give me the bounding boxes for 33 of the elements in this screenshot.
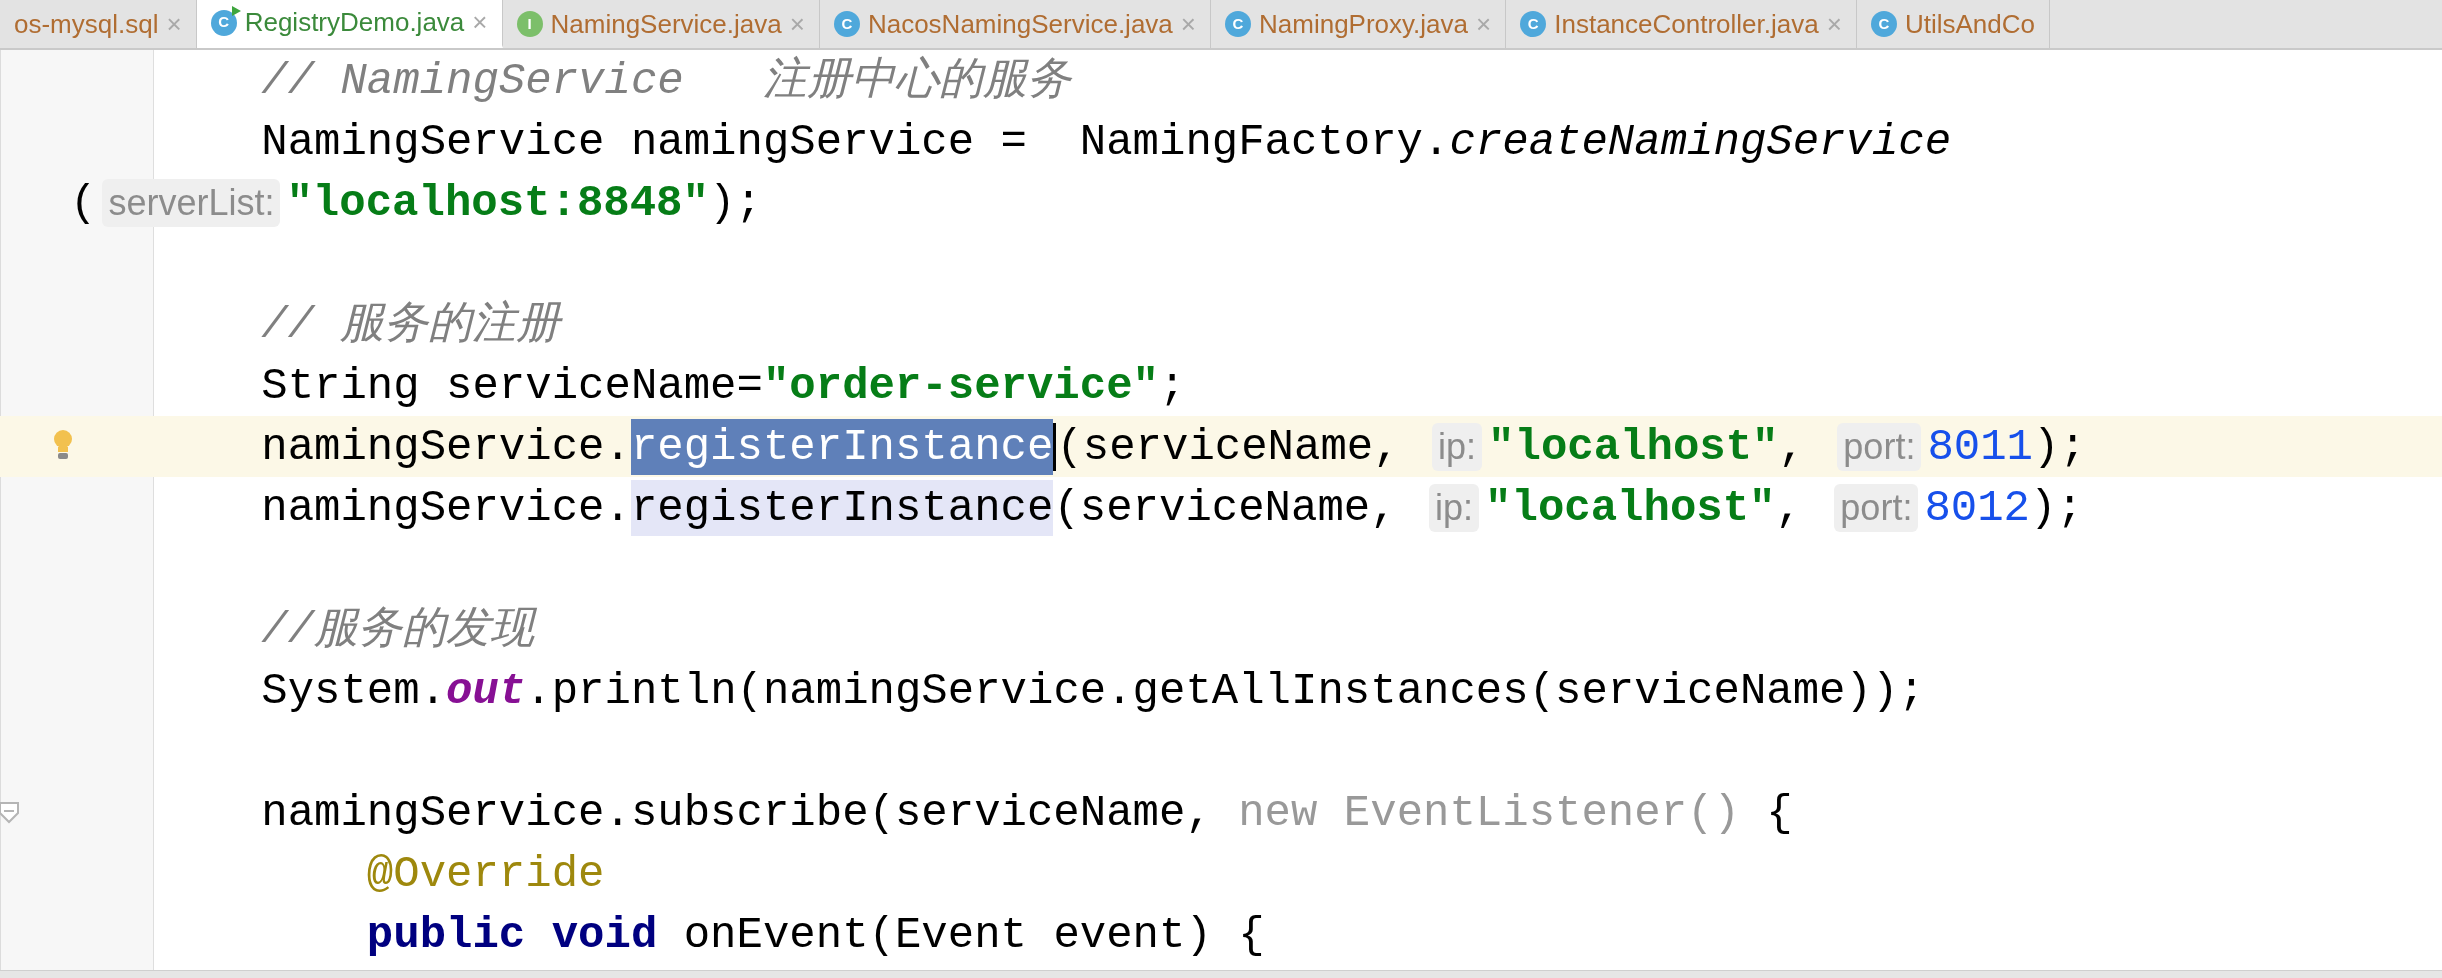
file-tab[interactable]: C InstanceController.java × [1506, 0, 1857, 48]
fold-icon[interactable] [0, 800, 22, 825]
class-icon: C [833, 11, 860, 37]
file-tab[interactable]: C NacosNamingService.java × [819, 0, 1211, 48]
close-icon[interactable]: × [166, 4, 182, 44]
file-tab[interactable]: os-mysql.sql × [0, 0, 197, 48]
code-line: @Override [365, 847, 605, 901]
close-icon[interactable]: × [472, 3, 488, 42]
file-tab[interactable]: C UtilsAndCo [1856, 0, 2050, 48]
class-icon: C [1225, 11, 1251, 37]
code-line: public void onEvent(Event event) { [365, 908, 1265, 962]
code-line: namingService.registerInstance(serviceName, ip: "localhost", port: 8012); [50, 479, 2083, 536]
close-icon[interactable]: × [1180, 4, 1196, 44]
class-icon: C [1870, 11, 1897, 37]
file-tab[interactable]: I NamingService.java × [502, 0, 820, 48]
close-icon[interactable]: × [1826, 4, 1842, 44]
file-tab[interactable]: C RegistryDemo.java × [196, 0, 503, 48]
code-line: ( serverList: "localhost:8848"); [70, 176, 762, 230]
code-line: // NamingService 注册中心的服务 [260, 54, 1071, 108]
code-line: namingService.subscribe(serviceName, new EventListener() { [260, 786, 1793, 840]
file-tab[interactable]: C NamingProxy.java × [1211, 0, 1507, 48]
text-caret [1053, 422, 1057, 471]
close-icon[interactable]: × [1476, 4, 1492, 44]
code-line: //服务的发现 [260, 603, 535, 657]
code-line: // 服务的注册 [260, 298, 561, 352]
lightbulb-icon[interactable] [52, 429, 74, 461]
class-icon: I [516, 11, 543, 37]
code-line: NamingService namingService = NamingFactory.createNamingService [260, 115, 1952, 169]
code-line: namingService.registerInstance(serviceName, ip: "localhost", port: 8011); [50, 418, 2086, 475]
code-line: String serviceName="order-service"; [260, 359, 1186, 413]
close-icon[interactable]: × [789, 4, 805, 44]
class-icon: C [1520, 11, 1547, 37]
code-line: System.out.println(namingService.getAllInstances(serviceName)); [260, 664, 1925, 718]
